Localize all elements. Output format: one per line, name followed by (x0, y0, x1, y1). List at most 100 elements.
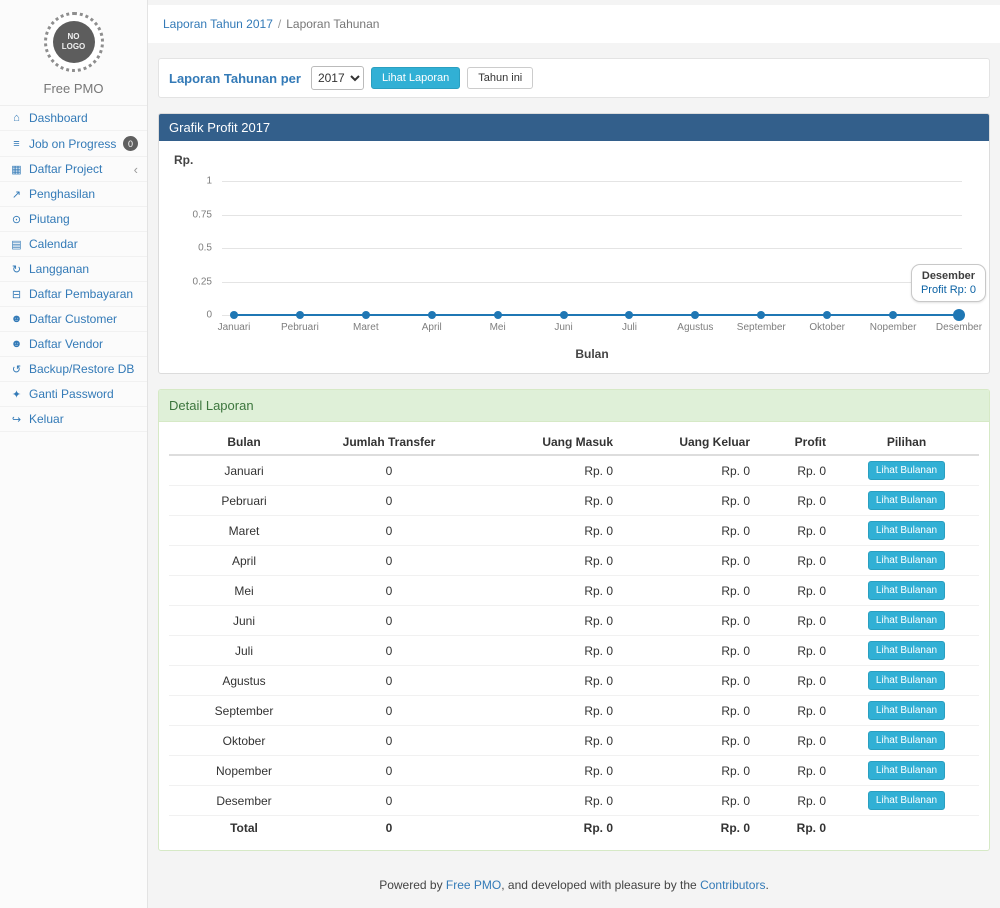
chart-series-area: Desember Profit Rp: 0 JanuariPebruariMar… (234, 181, 959, 315)
cell-profit: Rp. 0 (758, 786, 834, 816)
cell-bulan: Juli (169, 636, 319, 666)
x-tick-label: Agustus (677, 322, 713, 333)
cell-pilihan: Lihat Bulanan (834, 486, 979, 516)
footer-contributors-link[interactable]: Contributors (700, 878, 765, 892)
lihat-bulanan-button[interactable]: Lihat Bulanan (868, 461, 945, 480)
cell-pilihan: Lihat Bulanan (834, 756, 979, 786)
chart-point-desember[interactable] (953, 309, 965, 321)
lihat-bulanan-button[interactable]: Lihat Bulanan (868, 521, 945, 540)
chart-point-maret[interactable] (362, 311, 370, 319)
cell-jumlah-transfer: 0 (319, 816, 459, 841)
table-row-september: September0Rp. 0Rp. 0Rp. 0Lihat Bulanan (169, 696, 979, 726)
cell-uang-masuk: Rp. 0 (459, 576, 621, 606)
receivable-money-icon: ⊙ (9, 213, 24, 226)
lihat-laporan-button[interactable]: Lihat Laporan (371, 67, 460, 89)
lihat-bulanan-button[interactable]: Lihat Bulanan (868, 581, 945, 600)
cell-uang-keluar: Rp. 0 (621, 696, 758, 726)
chart-point-oktober[interactable] (823, 311, 831, 319)
sidebar-item-job-on-progress[interactable]: ≡Job on Progress0 (0, 131, 147, 157)
cell-bulan: Desember (169, 786, 319, 816)
table-row-total: Total0Rp. 0Rp. 0Rp. 0 (169, 816, 979, 841)
cell-pilihan (834, 816, 979, 841)
sidebar-item-backup-restore-db[interactable]: ↺Backup/Restore DB (0, 357, 147, 382)
lihat-bulanan-button[interactable]: Lihat Bulanan (868, 701, 945, 720)
x-tick-label: Juli (622, 322, 637, 333)
cell-uang-masuk: Rp. 0 (459, 516, 621, 546)
lihat-bulanan-button[interactable]: Lihat Bulanan (868, 731, 945, 750)
sidebar-item-penghasilan[interactable]: ↗Penghasilan (0, 182, 147, 207)
column-header-bulan: Bulan (169, 430, 319, 455)
y-tick-label: 0 (206, 310, 212, 321)
chart-point-juni[interactable] (560, 311, 568, 319)
cell-jumlah-transfer: 0 (319, 576, 459, 606)
cell-jumlah-transfer: 0 (319, 455, 459, 486)
sidebar-item-langganan[interactable]: ↻Langganan (0, 257, 147, 282)
y-tick-label: 0.25 (193, 276, 212, 287)
sidebar-item-daftar-pembayaran[interactable]: ⊟Daftar Pembayaran (0, 282, 147, 307)
chart-panel-title: Grafik Profit 2017 (159, 114, 989, 141)
chart-point-mei[interactable] (494, 311, 502, 319)
x-axis-title: Bulan (222, 347, 962, 361)
tooltip-value: Profit Rp: 0 (921, 284, 976, 296)
column-header-profit: Profit (758, 430, 834, 455)
chart-point-juli[interactable] (625, 311, 633, 319)
lihat-bulanan-button[interactable]: Lihat Bulanan (868, 791, 945, 810)
y-tick-label: 0.5 (198, 243, 212, 254)
table-row-desember: Desember0Rp. 0Rp. 0Rp. 0Lihat Bulanan (169, 786, 979, 816)
sidebar-item-daftar-customer[interactable]: ☻Daftar Customer (0, 307, 147, 332)
no-logo-badge: NO LOGO (53, 21, 95, 63)
footer-brand-link[interactable]: Free PMO (446, 878, 501, 892)
cell-jumlah-transfer: 0 (319, 696, 459, 726)
footer-text-middle: , and developed with pleasure by the (501, 878, 696, 892)
cell-profit: Rp. 0 (758, 516, 834, 546)
sidebar-item-piutang[interactable]: ⊙ Piutang (0, 207, 147, 232)
sidebar-item-label: Langganan (29, 262, 89, 276)
cell-uang-masuk: Rp. 0 (459, 486, 621, 516)
lihat-bulanan-button[interactable]: Lihat Bulanan (868, 671, 945, 690)
cell-uang-keluar: Rp. 0 (621, 576, 758, 606)
sidebar-item-daftar-vendor[interactable]: ☻Daftar Vendor (0, 332, 147, 357)
breadcrumb-link-laporan-tahun[interactable]: Laporan Tahun 2017 (163, 17, 273, 31)
lihat-bulanan-button[interactable]: Lihat Bulanan (868, 761, 945, 780)
lihat-bulanan-button[interactable]: Lihat Bulanan (868, 641, 945, 660)
cell-profit: Rp. 0 (758, 486, 834, 516)
filter-panel: Laporan Tahunan per 2017 Lihat Laporan T… (158, 58, 990, 98)
cell-uang-masuk: Rp. 0 (459, 666, 621, 696)
sidebar-item-label: Piutang (29, 212, 70, 226)
table-row-juli: Juli0Rp. 0Rp. 0Rp. 0Lihat Bulanan (169, 636, 979, 666)
cell-bulan: Januari (169, 455, 319, 486)
sidebar-menu: ⌂Dashboard≡Job on Progress0▦Daftar Proje… (0, 106, 147, 432)
app-window: NO LOGO Free PMO ⌂Dashboard≡Job on Progr… (0, 0, 1000, 908)
lihat-bulanan-button[interactable]: Lihat Bulanan (868, 551, 945, 570)
column-header-jumlah-transfer: Jumlah Transfer (319, 430, 459, 455)
x-tick-label: Januari (218, 322, 251, 333)
sidebar-item-daftar-project[interactable]: ▦Daftar Project‹ (0, 157, 147, 182)
sidebar-item-keluar[interactable]: ↪Keluar (0, 407, 147, 432)
cell-profit: Rp. 0 (758, 696, 834, 726)
sidebar: NO LOGO Free PMO ⌂Dashboard≡Job on Progr… (0, 0, 148, 908)
x-tick-label: Oktober (809, 322, 845, 333)
chart-point-nopember[interactable] (889, 311, 897, 319)
table-row-maret: Maret0Rp. 0Rp. 0Rp. 0Lihat Bulanan (169, 516, 979, 546)
table-row-nopember: Nopember0Rp. 0Rp. 0Rp. 0Lihat Bulanan (169, 756, 979, 786)
lihat-bulanan-button[interactable]: Lihat Bulanan (868, 611, 945, 630)
cell-jumlah-transfer: 0 (319, 756, 459, 786)
chart-point-september[interactable] (757, 311, 765, 319)
cell-uang-keluar: Rp. 0 (621, 546, 758, 576)
sidebar-item-ganti-password[interactable]: ✦Ganti Password (0, 382, 147, 407)
lihat-bulanan-button[interactable]: Lihat Bulanan (868, 491, 945, 510)
sidebar-item-dashboard[interactable]: ⌂Dashboard (0, 106, 147, 131)
sidebar-item-label: Daftar Pembayaran (29, 287, 133, 301)
sidebar-item-label: Job on Progress (29, 137, 116, 151)
cell-profit: Rp. 0 (758, 546, 834, 576)
chart-point-pebruari[interactable] (296, 311, 304, 319)
cell-bulan: Pebruari (169, 486, 319, 516)
profit-line-chart: Desember Profit Rp: 0 JanuariPebruariMar… (222, 181, 962, 315)
chart-point-agustus[interactable] (691, 311, 699, 319)
sidebar-item-calendar[interactable]: ▤Calendar (0, 232, 147, 257)
tahun-ini-button[interactable]: Tahun ini (467, 67, 533, 89)
chart-point-januari[interactable] (230, 311, 238, 319)
x-tick-label: Pebruari (281, 322, 319, 333)
year-select[interactable]: 2017 (311, 66, 364, 90)
chart-point-april[interactable] (428, 311, 436, 319)
